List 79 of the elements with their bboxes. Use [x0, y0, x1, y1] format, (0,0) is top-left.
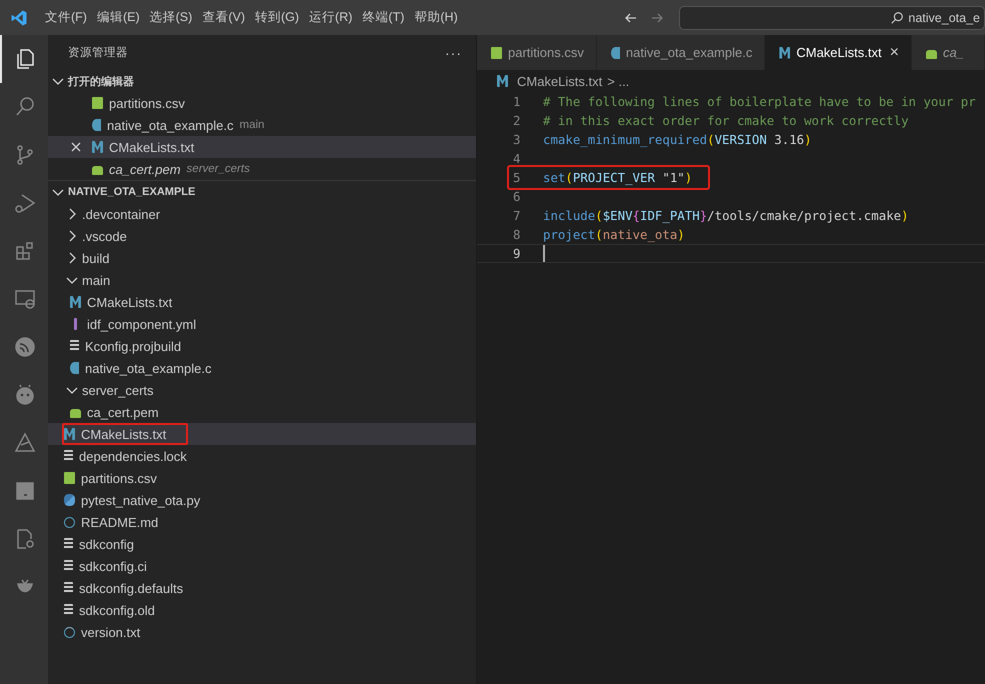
tree-item[interactable]: sdkconfig [62, 533, 139, 555]
open-editors-header[interactable]: 打开的编辑器 [48, 70, 476, 92]
menu-item[interactable]: 转到(G) [250, 9, 304, 26]
breadcrumb-item[interactable]: CMakeLists.txt [517, 74, 602, 88]
line-number: 7 [513, 208, 522, 223]
tree-item[interactable]: README.md [62, 511, 164, 533]
lines-icon [64, 538, 73, 550]
tree-item[interactable]: native_ota_example.c [68, 357, 216, 379]
editor-tab[interactable]: CMakeLists.txt × [765, 35, 912, 70]
m-letter-icon [92, 141, 103, 153]
code-line: # in this exact order for cmake to work correctly [543, 113, 909, 128]
line-number: 1 [513, 94, 522, 109]
lines-icon [70, 340, 79, 352]
tree-item[interactable]: .devcontainer [62, 203, 166, 225]
breadcrumb-item[interactable]: > ... [607, 74, 630, 88]
line-number: 2 [513, 113, 522, 128]
lines-icon [64, 450, 73, 462]
tree-item[interactable]: sdkconfig.old [62, 599, 160, 621]
explorer-title: 资源管理器 [68, 46, 128, 60]
menu-item[interactable]: 选择(S) [144, 9, 198, 26]
open-editor-item[interactable]: native_ota_example.c main [48, 114, 476, 136]
m-letter-icon [779, 46, 790, 58]
menu-item[interactable]: 运行(R) [304, 9, 358, 26]
triangle-icon[interactable] [13, 431, 37, 455]
app-logo-icon [10, 8, 28, 26]
line-number: 5 [513, 170, 522, 185]
m-letter-icon [497, 75, 508, 87]
open-editor-item[interactable]: ca_cert.pem server_certs [48, 158, 476, 180]
tree-item[interactable]: .vscode [62, 225, 132, 247]
menu-item[interactable]: 查看(V) [197, 9, 250, 26]
tree-item[interactable]: dependencies.lock [62, 445, 192, 467]
lines-icon [64, 582, 73, 594]
code-line: include($ENV{IDF_PATH}/tools/cmake/project.cmake) [543, 208, 909, 223]
tree-item[interactable]: ca_cert.pem [68, 401, 164, 423]
line-number: 9 [513, 246, 522, 261]
editor-tab[interactable]: ca_ [912, 35, 985, 70]
table-file-icon [64, 472, 75, 484]
command-center-search[interactable]: native_ota_e [679, 6, 985, 30]
code-line: cmake_minimum_required(VERSION 3.16) [543, 132, 812, 147]
editor-tab[interactable]: native_ota_example.c [596, 35, 766, 70]
lines-icon [64, 604, 73, 616]
open-editor-item[interactable]: CMakeLists.txt [48, 136, 476, 158]
editor-tab[interactable]: partitions.csv [477, 35, 597, 70]
tree-item[interactable]: server_certs [62, 379, 159, 401]
tree-item[interactable]: version.txt [62, 621, 146, 643]
menu-item[interactable]: 文件(F) [40, 9, 92, 26]
tree-item[interactable]: Kconfig.projbuild [68, 335, 186, 357]
menu-item[interactable]: 终端(T) [357, 9, 410, 26]
tree-item[interactable]: sdkconfig.ci [62, 555, 152, 577]
line-number: 6 [513, 189, 522, 204]
tree-item[interactable]: build [62, 247, 114, 269]
tree-item[interactable]: sdkconfig.defaults [62, 577, 188, 599]
m-letter-icon [64, 428, 75, 440]
close-tab-button[interactable]: × [890, 44, 899, 62]
folder-header[interactable]: NATIVE_OTA_EXAMPLE [48, 180, 476, 203]
python-icon [64, 494, 75, 506]
code-line: # The following lines of boilerplate have to be in your pr [543, 94, 976, 109]
line-number: 3 [513, 132, 522, 147]
tree-item[interactable]: main [62, 269, 116, 291]
menu-item[interactable]: 编辑(E) [92, 9, 145, 26]
tree-item[interactable]: pytest_native_ota.py [62, 489, 206, 511]
signal-icon[interactable] [13, 335, 37, 359]
code-line: project(native_ota) [543, 227, 685, 242]
line-number: 4 [513, 151, 522, 166]
more-actions-button[interactable]: ··· [445, 44, 462, 60]
code-line: set(PROJECT_VER "1") [543, 170, 692, 185]
tree-item[interactable]: partitions.csv [62, 467, 162, 489]
open-editor-item[interactable]: partitions.csv [48, 92, 476, 114]
table-file-icon [491, 46, 502, 58]
text-cursor [543, 245, 545, 262]
search-icon [890, 10, 904, 24]
table-file-icon [92, 97, 103, 109]
lines-icon [64, 560, 73, 572]
menu-item[interactable]: 帮助(H) [409, 9, 463, 26]
line-number: 8 [513, 227, 522, 242]
tree-item[interactable]: CMakeLists.txt [68, 291, 178, 313]
tree-item[interactable]: CMakeLists.txt [62, 423, 188, 445]
m-letter-icon [70, 296, 81, 308]
tree-item[interactable]: idf_component.yml [68, 313, 202, 335]
